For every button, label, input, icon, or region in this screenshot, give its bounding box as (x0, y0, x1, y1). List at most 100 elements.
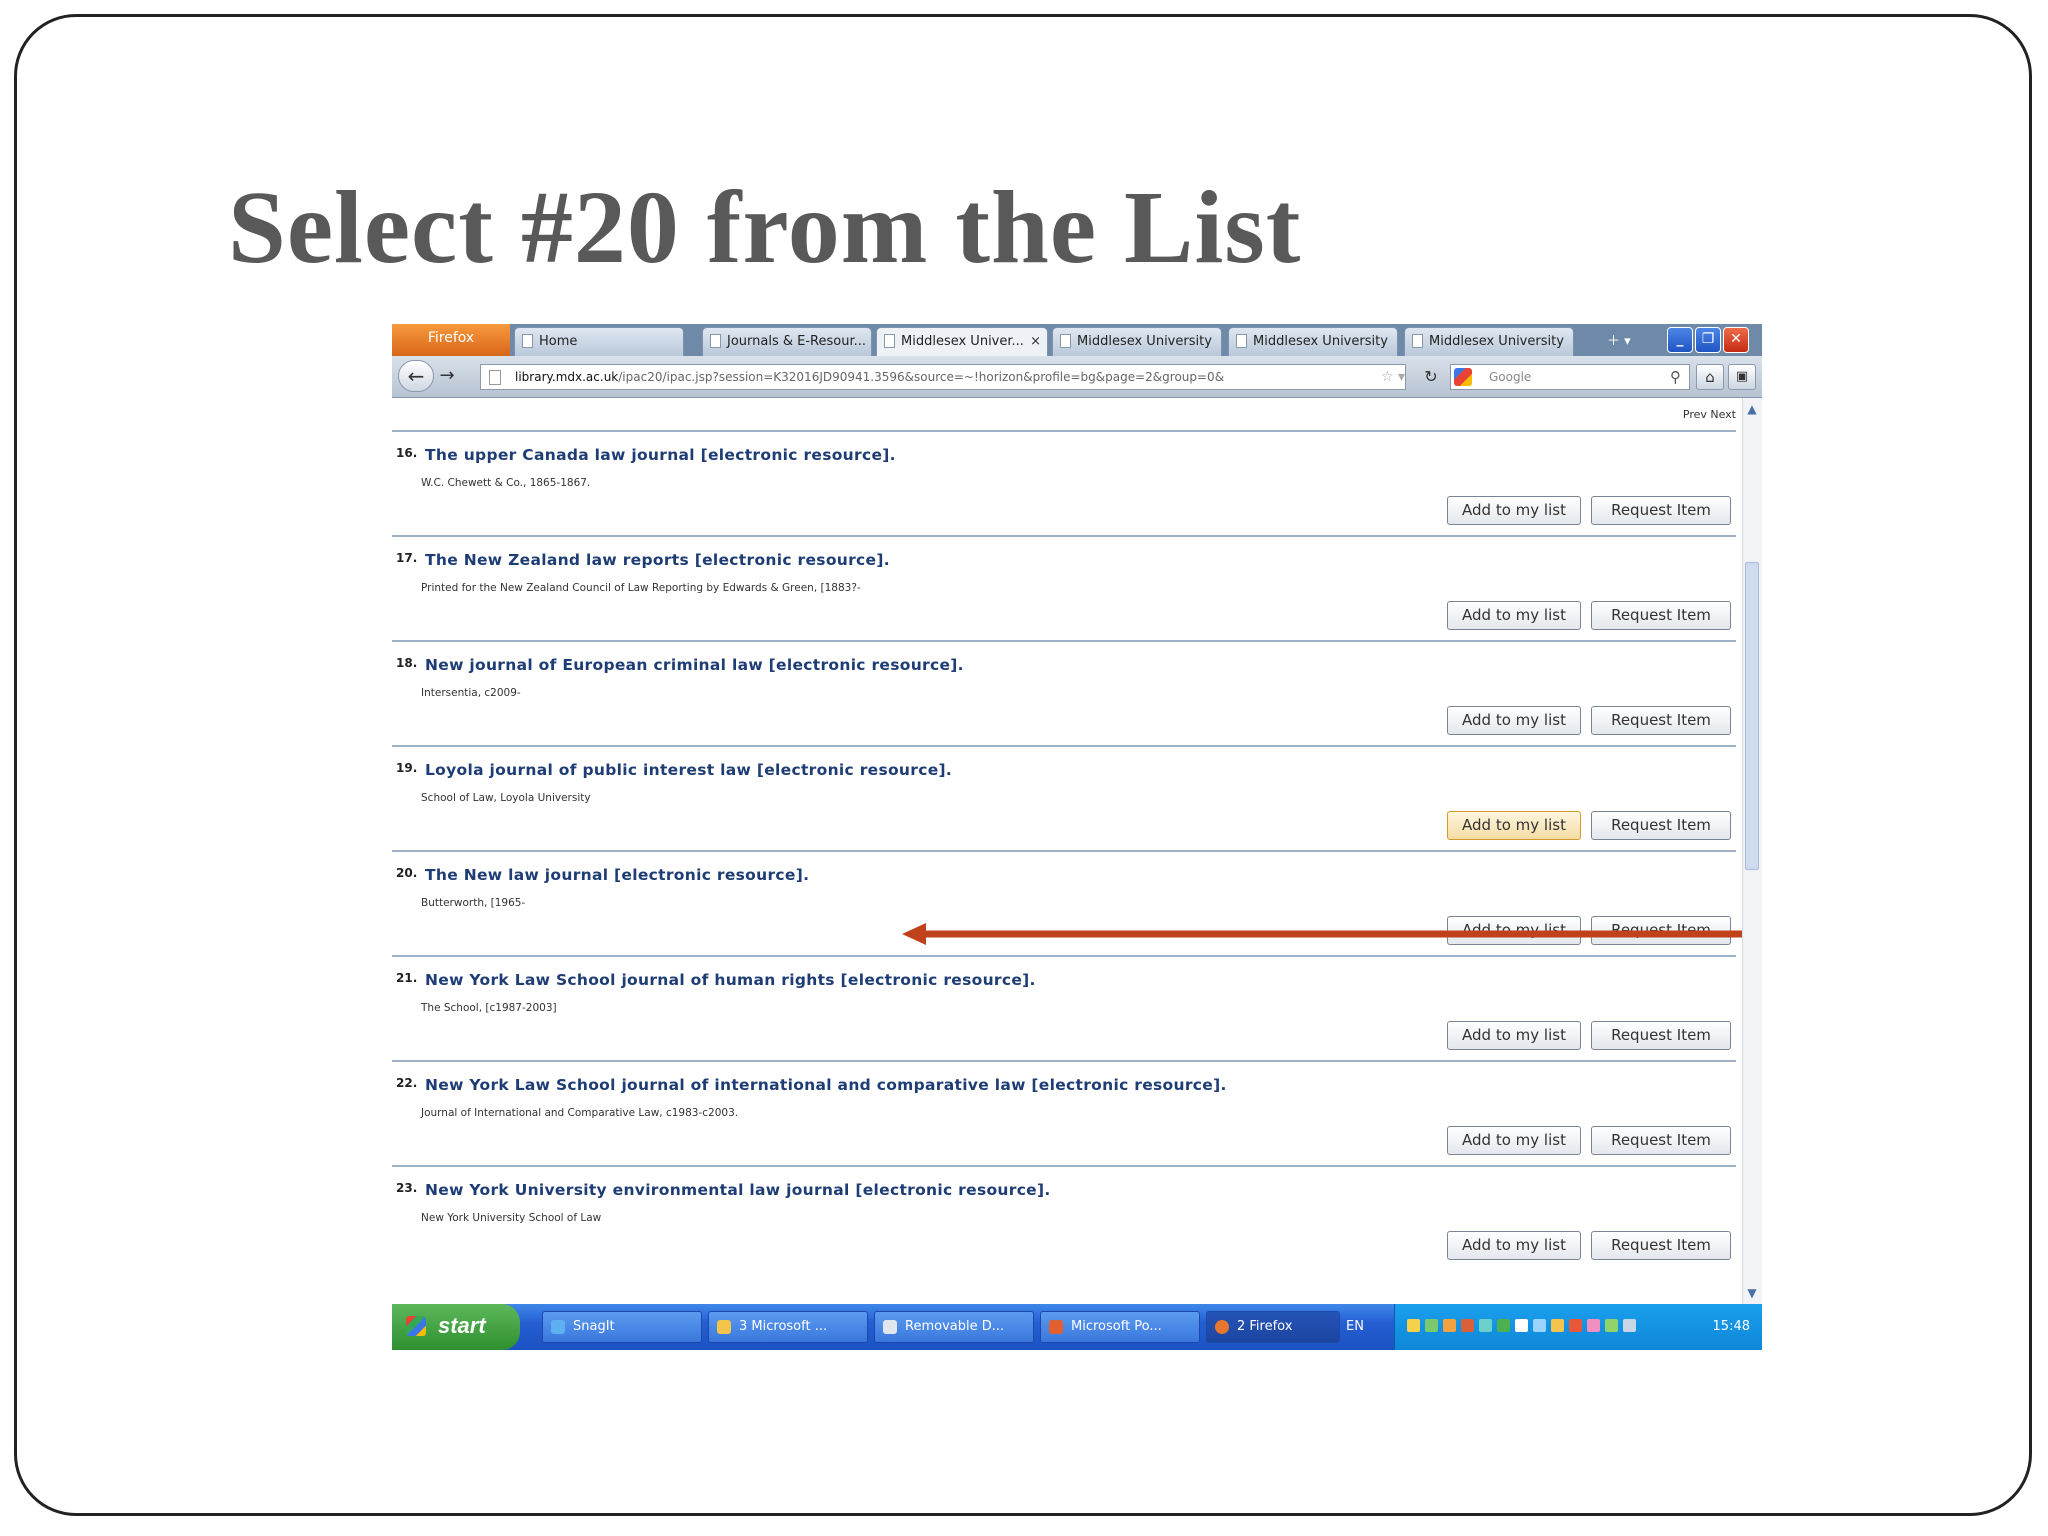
firefox-icon (1215, 1320, 1229, 1334)
result-item: 19. Loyola journal of public interest la… (392, 745, 1736, 850)
bookmark-star-icon[interactable]: ☆ ▾ (1381, 365, 1405, 389)
result-title-link[interactable]: The New Zealand law reports [electronic … (425, 551, 890, 569)
result-publisher: Butterworth, [1965- (421, 897, 526, 909)
tray-icon[interactable] (1569, 1319, 1582, 1332)
request-item-button[interactable]: Request Item (1591, 706, 1731, 735)
back-arrow-icon[interactable]: ← (398, 360, 434, 392)
add-to-list-button[interactable]: Add to my list (1447, 496, 1581, 525)
add-to-list-button[interactable]: Add to my list (1447, 601, 1581, 630)
tab-label: Home (539, 334, 578, 349)
tray-icon[interactable] (1425, 1319, 1438, 1332)
tab-middlesex-active[interactable]: Middlesex Univer... × (876, 327, 1048, 356)
result-publisher: Journal of International and Comparative… (421, 1107, 739, 1119)
tray-icon[interactable] (1461, 1319, 1474, 1332)
search-input[interactable]: Google ⚲ (1450, 364, 1690, 390)
result-title-link[interactable]: New York Law School journal of internati… (425, 1076, 1227, 1094)
result-number: 19. (396, 761, 418, 775)
start-button[interactable]: start (392, 1304, 520, 1350)
taskbar-item-removable[interactable]: Removable D... (874, 1311, 1034, 1343)
result-title-link[interactable]: New journal of European criminal law [el… (425, 656, 964, 674)
tab-middlesex-4[interactable]: Middlesex University (1404, 327, 1574, 356)
tray-icon[interactable] (1443, 1319, 1456, 1332)
taskbar-item-label: Removable D... (905, 1319, 1005, 1334)
search-placeholder: Google (1489, 370, 1532, 384)
bookmarks-icon[interactable]: ▣ (1728, 364, 1756, 390)
tray-icon[interactable] (1515, 1319, 1528, 1332)
result-item: 23. New York University environmental la… (392, 1165, 1736, 1270)
reload-icon[interactable]: ↻ (1420, 364, 1442, 390)
tab-label: Middlesex University (1429, 334, 1564, 349)
tray-icon[interactable] (1587, 1319, 1600, 1332)
tab-label: Journals & E-Resour... (727, 334, 867, 349)
request-item-button[interactable]: Request Item (1591, 1126, 1731, 1155)
result-title-link[interactable]: The New law journal [electronic resource… (425, 866, 809, 884)
add-to-list-button[interactable]: Add to my list (1447, 706, 1581, 735)
vertical-scrollbar[interactable]: ▲ ▼ (1742, 398, 1762, 1304)
scroll-up-icon[interactable]: ▲ (1745, 402, 1759, 416)
request-item-button[interactable]: Request Item (1591, 1231, 1731, 1260)
maximize-icon[interactable]: ❐ (1695, 327, 1721, 353)
search-icon[interactable]: ⚲ (1670, 365, 1681, 389)
tray-icon[interactable] (1479, 1319, 1492, 1332)
tab-middlesex-2[interactable]: Middlesex University (1052, 327, 1222, 356)
add-to-list-button[interactable]: Add to my list (1447, 1126, 1581, 1155)
tab-middlesex-3[interactable]: Middlesex University (1228, 327, 1398, 356)
result-item: 17. The New Zealand law reports [electro… (392, 535, 1736, 640)
page-icon (884, 334, 895, 348)
result-title-link[interactable]: New York Law School journal of human rig… (425, 971, 1036, 989)
result-number: 23. (396, 1181, 418, 1195)
taskbar-item-microsoft[interactable]: 3 Microsoft ... (708, 1311, 868, 1343)
scroll-down-icon[interactable]: ▼ (1745, 1286, 1759, 1300)
folder-icon (717, 1320, 731, 1334)
add-to-list-button[interactable]: Add to my list (1447, 811, 1581, 840)
address-bar[interactable]: library.mdx.ac.uk/ipac20/ipac.jsp?sessio… (480, 364, 1406, 390)
drive-icon (883, 1320, 897, 1334)
tab-journals[interactable]: Journals & E-Resour... (702, 327, 872, 356)
window-close-icon[interactable]: ✕ (1723, 327, 1749, 353)
powerpoint-icon (1049, 1320, 1063, 1334)
forward-arrow-icon[interactable]: → (434, 363, 460, 389)
taskbar-item-powerpoint[interactable]: Microsoft Po... (1040, 1311, 1200, 1343)
prev-next-links[interactable]: Prev Next (1683, 408, 1736, 421)
request-item-button[interactable]: Request Item (1591, 496, 1731, 525)
tray-icon[interactable] (1605, 1319, 1618, 1332)
language-indicator[interactable]: EN (1346, 1312, 1364, 1342)
minimize-icon[interactable]: _ (1667, 327, 1693, 353)
result-number: 20. (396, 866, 418, 880)
tray-icon[interactable] (1551, 1319, 1564, 1332)
page-icon (522, 334, 533, 348)
result-number: 21. (396, 971, 418, 985)
page-icon (710, 334, 721, 348)
result-title-link[interactable]: Loyola journal of public interest law [e… (425, 761, 952, 779)
new-tab-icon[interactable]: ＋ ▾ (1607, 330, 1647, 350)
tray-icon[interactable] (1497, 1319, 1510, 1332)
taskbar-clock: 15:48 (1712, 1319, 1750, 1334)
slide-title: Select #20 from the List (228, 170, 1302, 285)
home-icon[interactable]: ⌂ (1696, 364, 1724, 390)
page-icon (1236, 334, 1247, 348)
taskbar-item-label: SnagIt (573, 1319, 615, 1334)
result-item: 22. New York Law School journal of inter… (392, 1060, 1736, 1165)
scroll-thumb[interactable] (1745, 562, 1759, 870)
result-item: 21. New York Law School journal of human… (392, 955, 1736, 1060)
taskbar-item-snagit[interactable]: SnagIt (542, 1311, 702, 1343)
request-item-button[interactable]: Request Item (1591, 811, 1731, 840)
close-tab-icon[interactable]: × (1030, 328, 1041, 355)
windows-taskbar: start SnagIt 3 Microsoft ... Removable D… (392, 1304, 1762, 1350)
result-publisher: New York University School of Law (421, 1212, 602, 1224)
taskbar-item-label: Microsoft Po... (1071, 1319, 1162, 1334)
result-number: 17. (396, 551, 418, 565)
request-item-button[interactable]: Request Item (1591, 601, 1731, 630)
tray-icon[interactable] (1533, 1319, 1546, 1332)
volume-icon[interactable] (1623, 1319, 1636, 1332)
request-item-button[interactable]: Request Item (1591, 1021, 1731, 1050)
firefox-menu-button[interactable]: Firefox (392, 324, 510, 356)
tab-home[interactable]: Home (514, 327, 684, 356)
result-title-link[interactable]: The upper Canada law journal [electronic… (425, 446, 896, 464)
add-to-list-button[interactable]: Add to my list (1447, 1021, 1581, 1050)
add-to-list-button[interactable]: Add to my list (1447, 1231, 1581, 1260)
result-title-link[interactable]: New York University environmental law jo… (425, 1181, 1051, 1199)
tray-icon[interactable] (1407, 1319, 1420, 1332)
taskbar-item-firefox[interactable]: 2 Firefox (1206, 1311, 1340, 1343)
page-icon (1412, 334, 1423, 348)
